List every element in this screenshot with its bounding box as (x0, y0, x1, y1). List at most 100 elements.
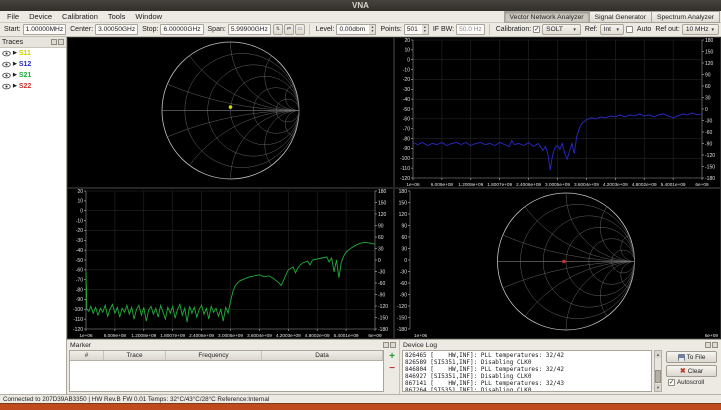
svg-text:-50: -50 (76, 258, 83, 264)
svg-text:6e+09: 6e+09 (705, 333, 719, 338)
panel-close-icon[interactable] (712, 342, 718, 348)
svg-text:-80: -80 (403, 136, 410, 142)
menu-window[interactable]: Window (130, 12, 167, 21)
center-input[interactable]: 3.00050GHz (95, 24, 139, 35)
svg-text:150: 150 (378, 200, 387, 206)
refout-label: Ref out: (655, 26, 680, 33)
calibration-dropdown[interactable]: SOLT ▼ (542, 24, 581, 35)
smith-chart-s11[interactable] (67, 37, 394, 188)
trace-item-s22[interactable]: ▶ S22 (0, 81, 66, 92)
calibration-checkbox[interactable]: ✓ (533, 26, 541, 33)
svg-text:-150: -150 (705, 164, 715, 170)
autoscroll-checkbox[interactable]: ✓ (668, 379, 675, 386)
panel-close-icon[interactable] (390, 342, 396, 348)
eye-icon[interactable] (2, 83, 11, 90)
calibration-label: Calibration: (495, 26, 532, 33)
marker-column-frequency[interactable]: Frequency (166, 351, 262, 360)
svg-text:-60: -60 (400, 281, 407, 287)
svg-text:120: 120 (399, 212, 408, 218)
autoscroll-toggle[interactable]: ✓ Autoscroll (666, 379, 717, 386)
auto-label: Auto (636, 26, 652, 33)
sweep-toolbar: Start: 1.00000MHz Center: 3.00050GHz Sto… (0, 23, 721, 37)
eye-icon[interactable] (2, 72, 11, 79)
tab-spectrum-analyzer[interactable]: Spectrum Analyzer (650, 11, 720, 23)
panel-detach-icon[interactable] (51, 39, 57, 45)
tab-signal-generator[interactable]: Signal Generator (588, 11, 652, 23)
start-input[interactable]: 1.00000MHz (22, 24, 67, 35)
device-log-title: Device Log (403, 341, 438, 349)
scroll-up-icon[interactable]: ▲ (655, 351, 661, 358)
toolbar-extra-button-1[interactable]: ⇅ (272, 24, 283, 35)
expand-triangle-icon[interactable]: ▶ (13, 84, 17, 89)
chevron-down-icon: ▼ (710, 27, 716, 32)
to-file-button[interactable]: To File (666, 351, 717, 363)
panel-detach-icon[interactable] (705, 342, 711, 348)
scrollbar-thumb[interactable] (655, 370, 661, 383)
toolbar-extra-button-3[interactable]: ▭ (294, 24, 305, 35)
panel-detach-icon[interactable] (383, 342, 389, 348)
svg-text:0: 0 (378, 258, 381, 264)
svg-text:-180: -180 (705, 176, 715, 182)
svg-text:-180: -180 (378, 327, 388, 333)
smith-chart-s22[interactable]: 180 150 120 90 60 30 0 -30 -60 -90 -120 -150 -180 1e+… (394, 188, 721, 339)
toolbar-extra-button-2[interactable]: ⇄ (283, 24, 294, 35)
trace-item-s11[interactable]: ▶ S11 (0, 48, 66, 59)
refout-dropdown[interactable]: 10 MHz ▼ (681, 24, 720, 35)
marker-table-header: # Trace Frequency Data (70, 351, 383, 361)
ref-dropdown[interactable]: Int ▼ (599, 24, 624, 35)
magnitude-plot-s12[interactable]: 20 10 0 -10 -20 -30 -40 -50 -60 -70 -80 -90 -100 -110… (394, 37, 721, 188)
marker-column-trace[interactable]: Trace (104, 351, 166, 360)
add-marker-button[interactable]: + (389, 352, 395, 362)
clear-log-button[interactable]: ✖ Clear (666, 365, 717, 377)
log-scrollbar[interactable]: ▲ ▼ (654, 350, 662, 392)
expand-triangle-icon[interactable]: ▶ (13, 73, 17, 78)
window-titlebar[interactable]: VNA (0, 0, 721, 11)
marker-column-num[interactable]: # (70, 351, 104, 360)
auto-checkbox[interactable] (625, 26, 633, 33)
svg-text:-150: -150 (397, 315, 407, 321)
remove-marker-button[interactable]: − (389, 364, 395, 374)
level-stepper[interactable]: 0.00dbm ▲ ▼ (336, 24, 377, 35)
level-label: Level: (315, 26, 335, 33)
menu-calibration[interactable]: Calibration (57, 12, 103, 21)
panel-close-icon[interactable] (58, 39, 64, 45)
svg-text:-90: -90 (705, 141, 712, 147)
scroll-down-icon[interactable]: ▼ (655, 384, 661, 391)
menu-bar: File Device Calibration Tools Window Vector … (0, 11, 721, 23)
magnitude-plot-s21[interactable]: 20 10 0 -10 -20 -30 -40 -50 -60 -70 -80 -90 -100 -110… (67, 188, 394, 339)
device-log-text: 826465 [ HW,INF]: PLL temperatures: 32/4… (402, 350, 652, 392)
menu-device[interactable]: Device (24, 12, 57, 21)
menu-tools[interactable]: Tools (103, 12, 131, 21)
eye-icon[interactable] (2, 50, 11, 57)
tab-vector-network-analyzer[interactable]: Vector Network Analyzer (503, 11, 590, 23)
log-line: 826589 [SI5351,INF]: Disabling CLK0 (405, 359, 532, 366)
level-spin-arrows[interactable]: ▲ ▼ (369, 24, 377, 35)
span-input[interactable]: 5.99900GHz (227, 24, 271, 35)
marker-table-body[interactable] (70, 361, 383, 391)
trace-item-s21[interactable]: ▶ S21 (0, 70, 66, 81)
marker-column-data[interactable]: Data (262, 351, 383, 360)
eye-icon[interactable] (2, 61, 11, 68)
svg-text:6.009e+08: 6.009e+08 (104, 333, 127, 338)
svg-text:10: 10 (77, 199, 83, 205)
trace-item-s12[interactable]: ▶ S12 (0, 59, 66, 70)
ifbw-input[interactable]: 50.0 Hz (456, 24, 485, 35)
points-stepper[interactable]: 501 ▲ ▼ (403, 24, 429, 35)
svg-text:-80: -80 (76, 287, 83, 293)
main-area: Traces ▶ S11 ▶ S12 ▶ S21 ▶ S22 20 10 0 -10 -20 -30 -4… (0, 37, 721, 394)
trace-label: S21 (18, 72, 32, 79)
svg-text:-30: -30 (705, 118, 712, 124)
center-label: Center: (70, 26, 94, 33)
points-label: Points: (380, 26, 402, 33)
menu-file[interactable]: File (2, 12, 24, 21)
trace-label: S12 (18, 61, 32, 68)
svg-text:0: 0 (407, 58, 410, 64)
svg-text:4.2003e+09: 4.2003e+09 (276, 333, 301, 338)
stop-input[interactable]: 6.00000GHz (160, 24, 204, 35)
svg-text:-20: -20 (76, 228, 83, 234)
expand-triangle-icon[interactable]: ▶ (13, 51, 17, 56)
points-spin-arrows[interactable]: ▲ ▼ (421, 24, 429, 35)
svg-text:-40: -40 (76, 248, 83, 254)
expand-triangle-icon[interactable]: ▶ (13, 62, 17, 67)
span-label: Span: (207, 26, 226, 33)
